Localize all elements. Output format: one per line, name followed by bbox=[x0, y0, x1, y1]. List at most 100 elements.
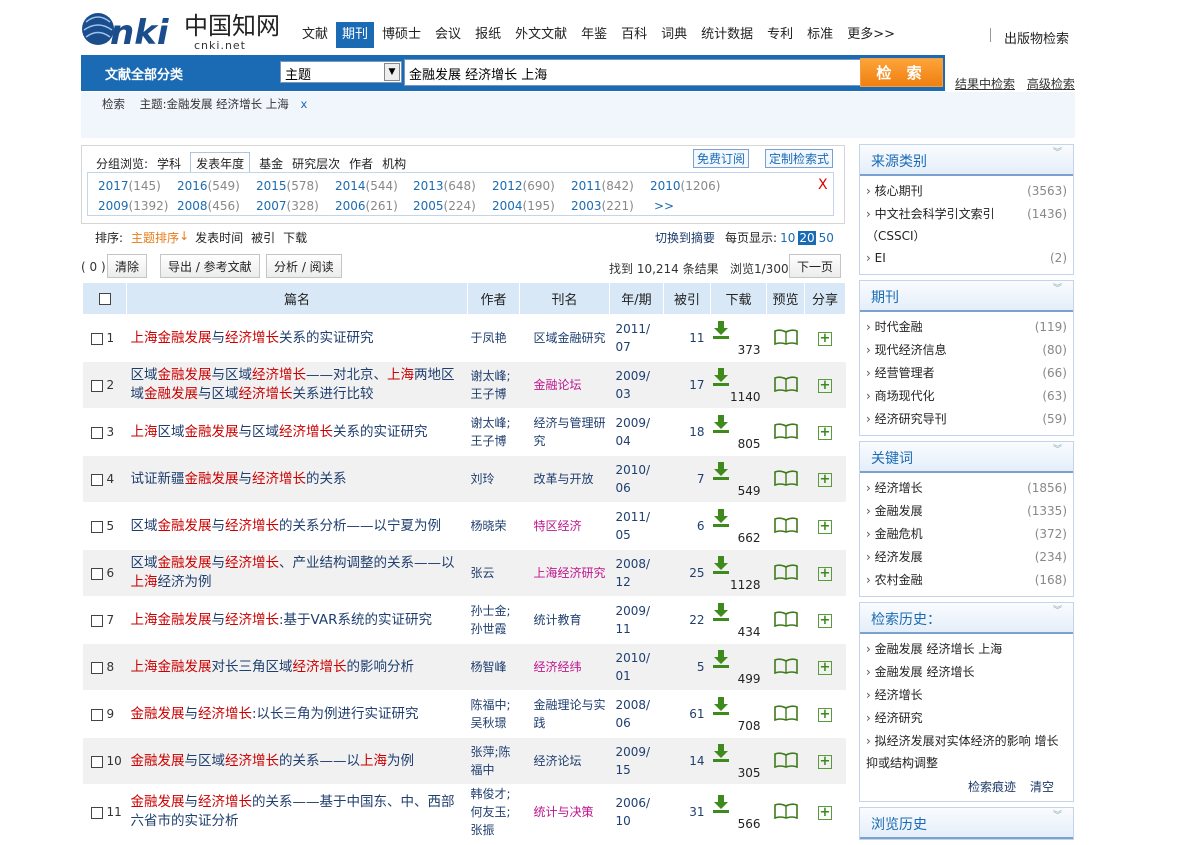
cited-count[interactable]: 17 bbox=[663, 361, 711, 409]
year-link[interactable]: 2010(1206) bbox=[650, 179, 720, 193]
nav-item[interactable]: 更多>> bbox=[841, 22, 901, 48]
download-box[interactable]: 1128 bbox=[711, 550, 767, 596]
plus-icon[interactable]: + bbox=[818, 707, 832, 722]
cited-count[interactable]: 5 bbox=[663, 643, 711, 691]
journal-link[interactable]: 统计与决策 bbox=[534, 803, 607, 821]
sidebar-browse-history-header[interactable]: 浏览历史 ︾ bbox=[860, 808, 1073, 839]
journal-link[interactable]: 经济论坛 bbox=[534, 752, 607, 770]
clear-button[interactable]: 清除 bbox=[107, 254, 148, 278]
plus-icon[interactable]: + bbox=[818, 754, 832, 769]
per-page-option[interactable]: 20 bbox=[798, 231, 816, 245]
download-cell[interactable]: 305 bbox=[710, 737, 767, 785]
row-checkbox[interactable] bbox=[90, 806, 103, 819]
cited-count[interactable]: 18 bbox=[663, 408, 711, 456]
sidebar-search-history-header[interactable]: 检索历史： ︾ bbox=[860, 603, 1073, 634]
analyze-button[interactable]: 分析 / 阅读 bbox=[266, 254, 342, 278]
sort-option[interactable]: 被引 bbox=[251, 229, 275, 246]
row-select[interactable]: 9 bbox=[82, 690, 127, 738]
author-link[interactable]: 杨智峰 bbox=[471, 658, 517, 676]
article-title-link[interactable]: 区域金融发展与经济增长的关系分析——以宁夏为例 bbox=[131, 517, 464, 536]
plus-icon[interactable]: + bbox=[818, 331, 832, 346]
journal-link[interactable]: 经济与管理研究 bbox=[534, 414, 607, 450]
cited-count[interactable]: 11 bbox=[663, 314, 711, 362]
cited-count[interactable]: 31 bbox=[663, 784, 711, 840]
plus-icon[interactable]: + bbox=[818, 660, 832, 675]
sidebar-item[interactable]: 经营管理者 (66) bbox=[860, 362, 1073, 385]
journal-link[interactable]: 改革与开放 bbox=[534, 470, 607, 488]
year-link[interactable]: 2014(544) bbox=[335, 179, 398, 193]
article-title-link[interactable]: 区域金融发展与区域经济增长——对北京、上海两地区域金融发展与区域经济增长关系进行… bbox=[131, 366, 464, 404]
year-link[interactable]: 2016(549) bbox=[177, 179, 240, 193]
journal-link[interactable]: 特区经济 bbox=[534, 517, 607, 535]
article-title-link[interactable]: 金融发展与区域经济增长的关系——以上海为例 bbox=[131, 752, 464, 771]
nav-item[interactable]: 文献 bbox=[296, 22, 334, 48]
nav-item[interactable]: 博硕士 bbox=[376, 22, 427, 48]
book-icon[interactable] bbox=[773, 610, 798, 627]
download-box[interactable]: 566 bbox=[711, 789, 767, 835]
book-icon[interactable] bbox=[773, 375, 798, 392]
sidebar-item[interactable]: 金融危机 (372) bbox=[860, 523, 1073, 546]
plus-icon[interactable]: + bbox=[818, 613, 832, 628]
download-box[interactable]: 708 bbox=[711, 691, 767, 737]
row-checkbox[interactable] bbox=[90, 379, 103, 392]
double-chevron-icon[interactable]: ︾ bbox=[1053, 607, 1062, 616]
plus-icon[interactable]: + bbox=[818, 805, 832, 820]
article-title-link[interactable]: 上海金融发展对长三角区域经济增长的影响分析 bbox=[131, 658, 464, 677]
book-icon[interactable] bbox=[773, 328, 798, 345]
double-chevron-icon[interactable]: ︾ bbox=[1053, 812, 1062, 821]
cited-count[interactable]: 14 bbox=[663, 737, 711, 785]
article-title-link[interactable]: 区域金融发展与经济增长、产业结构调整的关系——以上海经济为例 bbox=[131, 554, 464, 592]
download-cell[interactable]: 434 bbox=[710, 596, 767, 644]
cnki-logo[interactable]: nki 中国知网 cnki.net bbox=[80, 6, 285, 53]
download-cell[interactable]: 566 bbox=[710, 784, 767, 840]
article-title-link[interactable]: 上海区域金融发展与区域经济增长关系的实证研究 bbox=[131, 423, 464, 442]
journal-link[interactable]: 经济经纬 bbox=[534, 658, 607, 676]
download-icon[interactable] bbox=[712, 556, 729, 574]
download-icon[interactable] bbox=[712, 650, 729, 668]
author-link[interactable]: 陈福中;吴秋璟 bbox=[471, 696, 517, 732]
author-link[interactable]: 杨晓荣 bbox=[471, 517, 517, 535]
download-cell[interactable]: 805 bbox=[710, 408, 767, 456]
sidebar-journal-header[interactable]: 期刊 ︾ bbox=[860, 281, 1073, 312]
download-icon[interactable] bbox=[712, 415, 729, 433]
switch-abstract-link[interactable]: 切换到摘要 bbox=[655, 231, 715, 245]
free-subscribe-button[interactable]: 免费订阅 bbox=[693, 149, 750, 168]
year-link[interactable]: 2007(328) bbox=[256, 199, 319, 213]
row-checkbox[interactable] bbox=[90, 614, 103, 627]
download-cell[interactable]: 708 bbox=[710, 690, 767, 738]
row-select[interactable]: 2 bbox=[82, 361, 127, 409]
cited-count[interactable]: 7 bbox=[663, 455, 711, 503]
download-cell[interactable]: 1128 bbox=[710, 549, 767, 597]
year-link[interactable]: 2006(261) bbox=[335, 199, 398, 213]
download-box[interactable]: 305 bbox=[711, 738, 767, 784]
sort-option[interactable]: 下载 bbox=[283, 229, 307, 246]
nav-item[interactable]: 外文文献 bbox=[509, 22, 573, 48]
col-author[interactable]: 作者 bbox=[467, 282, 520, 315]
filter-tab[interactable]: 研究层次 bbox=[292, 155, 340, 172]
col-title[interactable]: 篇名 bbox=[126, 282, 468, 315]
double-chevron-icon[interactable]: ︾ bbox=[1053, 446, 1062, 455]
sidebar-item[interactable]: 现代经济信息 (80) bbox=[860, 339, 1073, 362]
close-icon[interactable]: x bbox=[300, 97, 307, 111]
sidebar-item[interactable]: 金融发展 经济增长 上海 bbox=[860, 638, 1073, 661]
sort-option[interactable]: 主题排序 bbox=[131, 229, 179, 246]
cited-count[interactable]: 61 bbox=[663, 690, 711, 738]
journal-link[interactable]: 金融理论与实践 bbox=[534, 696, 607, 732]
book-icon[interactable] bbox=[773, 704, 798, 721]
book-icon[interactable] bbox=[773, 422, 798, 439]
article-title-link[interactable]: 试证新疆金融发展与经济增长的关系 bbox=[131, 470, 464, 489]
search-input[interactable]: 金融发展 经济增长 上海 bbox=[404, 59, 862, 86]
download-box[interactable]: 373 bbox=[711, 315, 767, 361]
row-select[interactable]: 7 bbox=[82, 596, 127, 644]
filter-tab[interactable]: 基金 bbox=[259, 155, 283, 172]
plus-icon[interactable]: + bbox=[818, 566, 832, 581]
category-selector[interactable]: 文献全部分类 bbox=[81, 55, 277, 91]
download-icon[interactable] bbox=[712, 321, 729, 339]
year-link[interactable]: 2003(221) bbox=[571, 199, 634, 213]
year-link[interactable]: 2005(224) bbox=[413, 199, 476, 213]
col-date[interactable]: 年/期 bbox=[609, 282, 664, 315]
filter-tab[interactable]: 机构 bbox=[382, 155, 406, 172]
book-icon[interactable] bbox=[773, 516, 798, 533]
author-link[interactable]: 刘玲 bbox=[471, 470, 517, 488]
sidebar-item[interactable]: EI (2) bbox=[860, 247, 1073, 270]
